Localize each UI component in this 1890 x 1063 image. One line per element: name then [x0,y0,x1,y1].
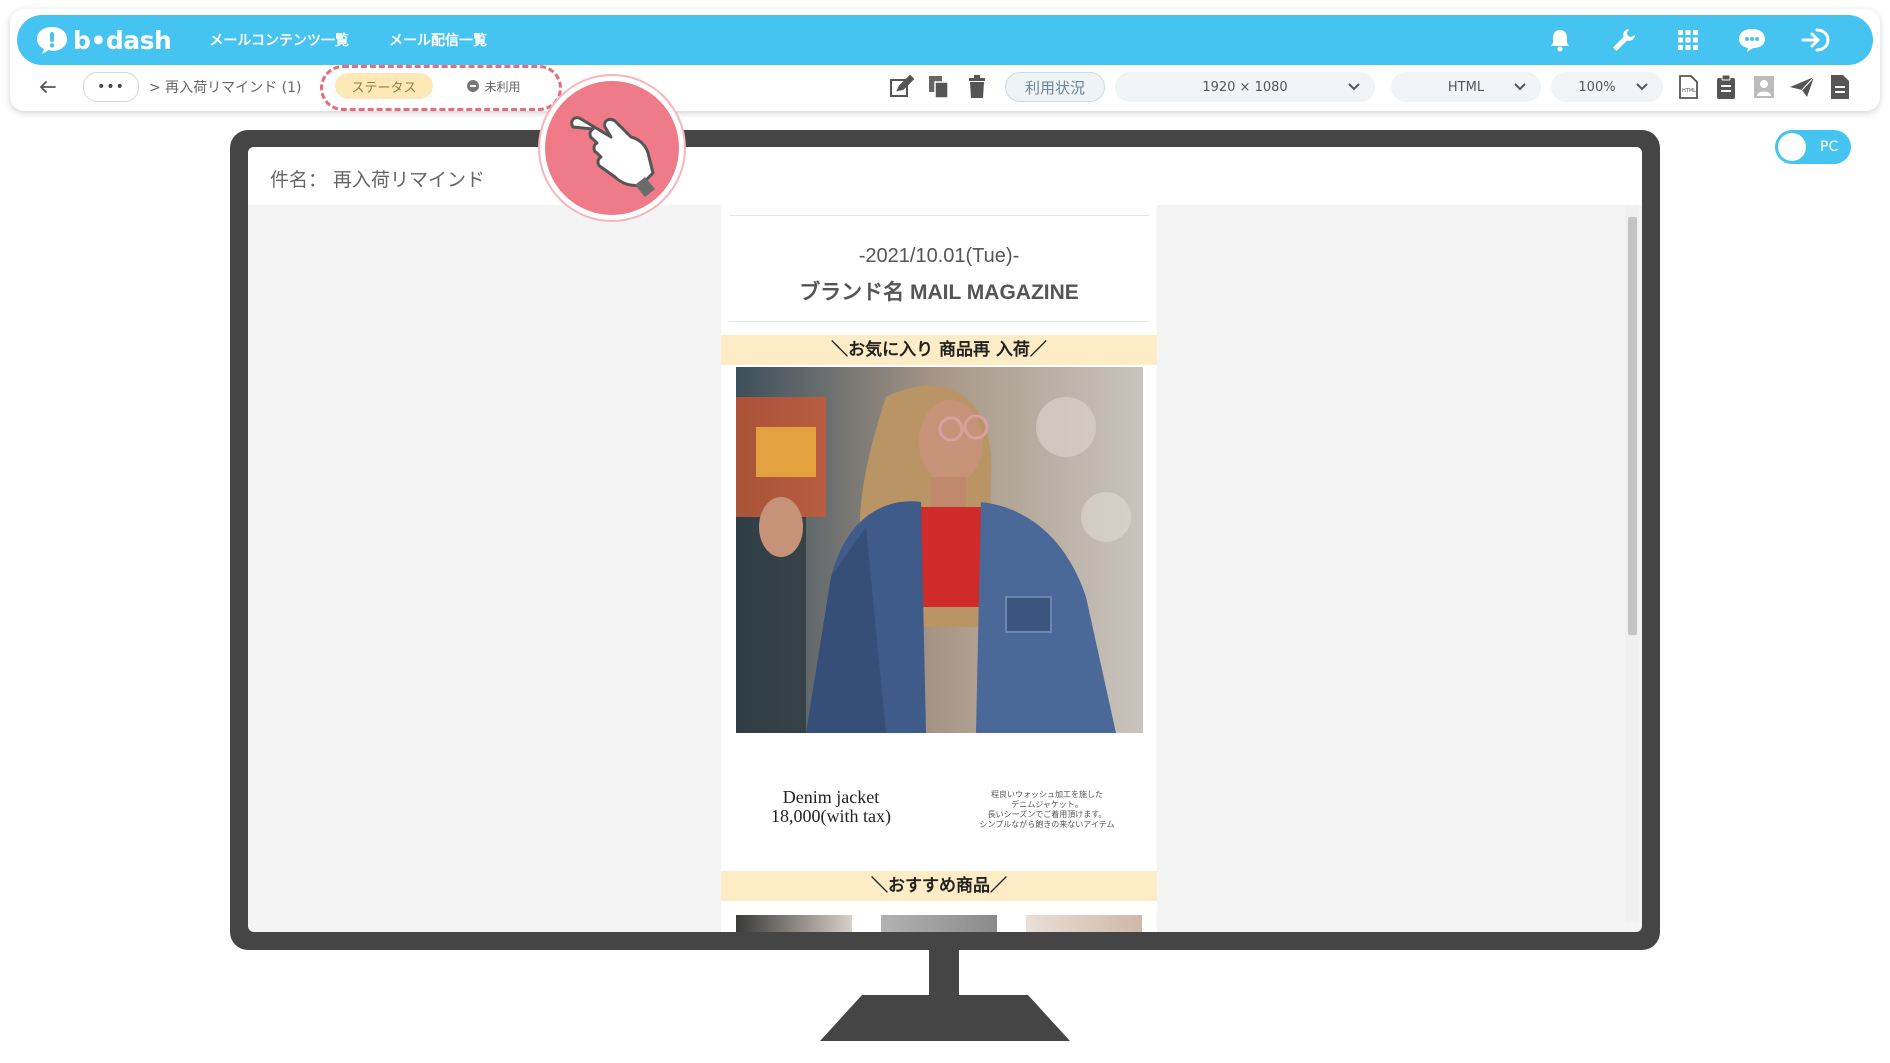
thumbnail-image [1026,915,1142,932]
wrench-icon[interactable] [1607,23,1641,57]
breadcrumb[interactable]: > 再入荷リマインド (1) [149,77,301,97]
email-date: -2021/10.01(Tue)- [858,245,1020,267]
thumbnail-image [881,915,997,932]
status-highlight-outline [320,65,562,111]
product-desc-line: 長いシーズンでご着用頂けます。 [987,810,1107,819]
logo-bubble-icon [37,27,67,54]
product-desc-line: 程良いウォッシュ加工を施した [991,790,1103,799]
bell-icon[interactable] [1543,23,1577,57]
resolution-value: 1920 × 1080 [1202,79,1288,95]
toggle-label: PC [1820,139,1839,155]
email-brand: ブランド名 MAIL MAGAZINE [799,281,1079,304]
nav-mail-contents[interactable]: メールコンテンツ一覧 [209,30,349,50]
usage-status-label: 利用状況 [1024,78,1085,97]
chevron-down-icon [1636,83,1648,91]
nav-mail-delivery[interactable]: メール配信一覧 [389,30,487,50]
product-desc-line: デニムジャケット。 [1011,800,1083,809]
section-heading-recommend: ＼おすすめ商品／ [721,871,1157,901]
monitor-stand-base [820,995,1070,1041]
trash-icon[interactable] [963,72,991,102]
product-name: Denim jacket 18,000(with tax) [751,788,911,826]
back-arrow-icon[interactable] [37,76,59,98]
product-description: 程良いウォッシュ加工を施した デニムジャケット。 長いシーズンでご着用頂けます。… [957,790,1137,830]
chevron-down-icon [1348,83,1360,91]
device-toggle[interactable]: PC [1775,130,1851,164]
logout-icon[interactable] [1799,23,1833,57]
toggle-knob [1778,133,1806,161]
monitor-frame: 件名： 再入荷リマインド -2021/10.01(Tue)- ブランド名 MAI… [230,130,1660,950]
pointing-hand-callout [540,76,684,220]
subject-bar: 件名： 再入荷リマインド [248,147,1642,205]
email-body: -2021/10.01(Tue)- ブランド名 MAIL MAGAZINE ＼お… [721,205,1157,932]
product-photo [736,367,1143,733]
monitor-stand-neck [929,950,959,996]
copy-icon[interactable] [925,72,953,102]
logo[interactable]: b•dash [35,25,172,55]
more-dots-icon: ••• [97,79,125,95]
logo-text: b•dash [73,25,172,55]
usage-status-button[interactable]: 利用状況 [1005,72,1105,102]
html-file-icon[interactable]: HTML [1674,72,1702,102]
thumbnail-image [736,915,852,932]
zoom-value: 100% [1578,79,1616,95]
chevron-down-icon [1514,83,1526,91]
svg-text:HTML: HTML [1682,88,1696,94]
person-card-icon[interactable] [1750,72,1778,102]
section-heading-restock: ＼お気に入り 商品再 入荷／ [721,335,1157,365]
more-button[interactable]: ••• [83,72,139,102]
product-desc-line: シンプルながら飽きの来ないアイテム [979,820,1115,829]
email-subject: 件名： 再入荷リマインド [270,169,486,191]
format-select[interactable]: HTML [1391,72,1541,102]
clipboard-icon[interactable] [1712,72,1740,102]
editor-toolbar: ••• > 再入荷リマインド (1) ステータス 未利用 利用状況 1920 ×… [17,68,1873,106]
product-title: Denim jacket [782,787,880,807]
resolution-select[interactable]: 1920 × 1080 [1115,72,1375,102]
grid-icon[interactable] [1671,23,1705,57]
pointing-hand-icon [570,116,655,197]
edit-icon[interactable] [887,72,915,102]
scrollbar-thumb[interactable] [1628,217,1637,635]
zoom-select[interactable]: 100% [1551,72,1663,102]
preview-scrollbar[interactable] [1625,205,1639,923]
divider [729,215,1149,216]
app-bar: b•dash メールコンテンツ一覧 メール配信一覧 [17,15,1873,65]
product-price: 18,000(with tax) [771,806,891,826]
document-icon[interactable] [1826,72,1854,102]
divider [729,321,1149,322]
format-value: HTML [1447,79,1485,95]
chat-icon[interactable] [1735,23,1769,57]
recommend-thumbnails [736,915,1143,932]
send-icon[interactable] [1788,72,1816,102]
preview-screen: 件名： 再入荷リマインド -2021/10.01(Tue)- ブランド名 MAI… [248,147,1642,932]
